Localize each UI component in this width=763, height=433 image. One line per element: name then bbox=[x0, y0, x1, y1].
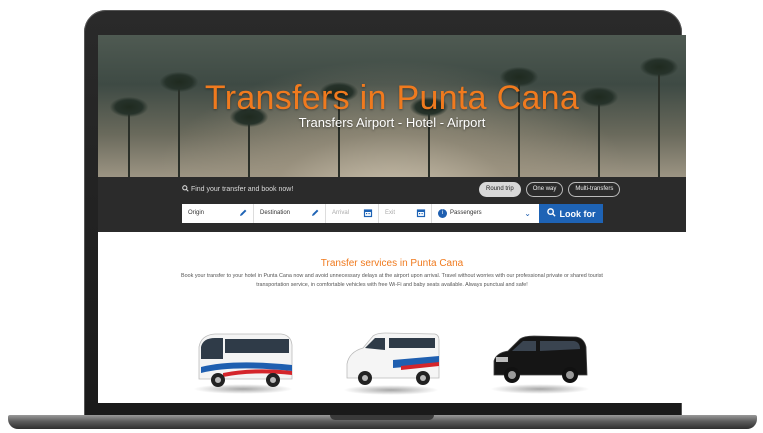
pencil-icon bbox=[238, 208, 248, 218]
suv-image bbox=[493, 335, 588, 383]
booking-form: Origin Destination Arrival Exit i Passen… bbox=[182, 204, 603, 223]
laptop-notch bbox=[330, 415, 434, 420]
exit-date-field[interactable]: Exit bbox=[379, 204, 432, 223]
hero-title: Transfers in Punta Cana bbox=[204, 79, 580, 117]
calendar-icon bbox=[416, 208, 426, 218]
one-way-button[interactable]: One way bbox=[525, 182, 564, 197]
pencil-icon bbox=[310, 208, 320, 218]
hero-subtitle: Transfers Airport - Hotel - Airport bbox=[298, 115, 486, 130]
round-trip-button[interactable]: Round trip bbox=[479, 182, 521, 197]
origin-field[interactable]: Origin bbox=[182, 204, 254, 223]
chevron-down-icon: ⌄ bbox=[524, 209, 531, 218]
services-section: Transfer services in Punta Cana Book you… bbox=[98, 232, 686, 403]
calendar-icon bbox=[363, 208, 373, 218]
multi-transfers-button[interactable]: Multi-transfers bbox=[568, 182, 621, 197]
booking-bar: Find your transfer and book now! Round t… bbox=[98, 177, 686, 232]
hero-banner: Transfers in Punta Cana Transfers Airpor… bbox=[98, 35, 686, 177]
search-icon bbox=[182, 185, 191, 193]
info-icon: i bbox=[438, 209, 447, 218]
search-icon bbox=[546, 208, 556, 219]
van-image bbox=[346, 332, 440, 385]
browser-screen: Transfers in Punta Cana Transfers Airpor… bbox=[98, 35, 686, 403]
destination-field[interactable]: Destination bbox=[254, 204, 326, 223]
services-description: Book your transfer to your hotel in Punt… bbox=[181, 273, 603, 288]
arrival-date-field[interactable]: Arrival bbox=[326, 204, 379, 223]
services-title: Transfer services in Punta Cana bbox=[320, 258, 464, 269]
passengers-select[interactable]: i Passengers ⌄ bbox=[432, 204, 539, 223]
bus-image bbox=[198, 333, 293, 387]
look-for-button[interactable]: Look for bbox=[539, 204, 603, 223]
find-transfer-label: Find your transfer and book now! bbox=[182, 185, 293, 193]
trip-type-toggle: Round trip One way Multi-transfers bbox=[479, 182, 621, 197]
